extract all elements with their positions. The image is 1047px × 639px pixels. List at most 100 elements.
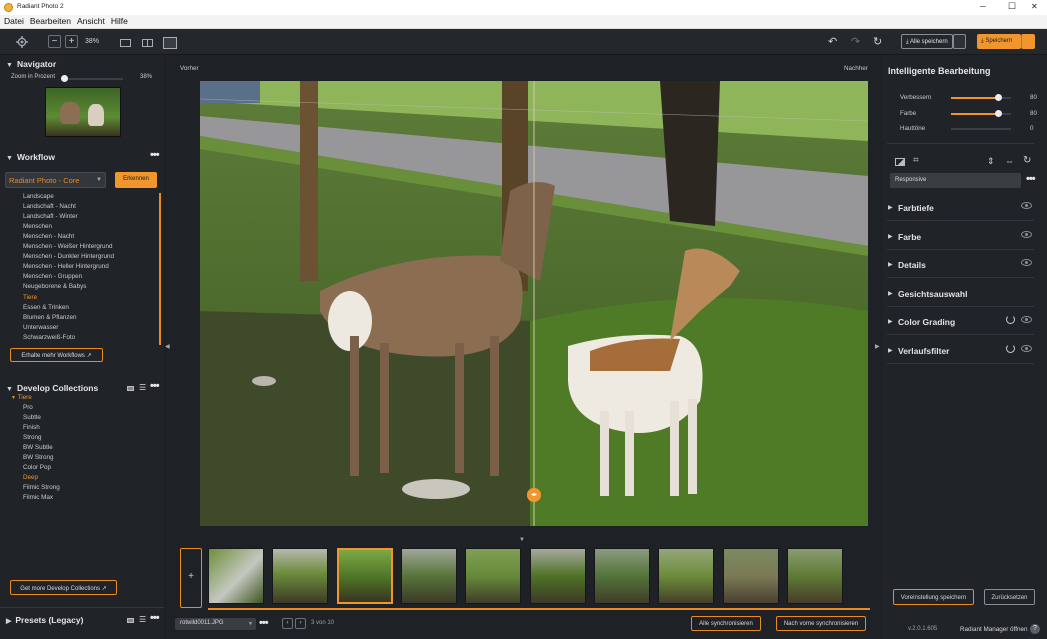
workflow-item[interactable]: Schwarzweiß-Foto xyxy=(23,334,75,341)
thumbnail[interactable] xyxy=(787,548,843,604)
slider-knob[interactable] xyxy=(995,109,1002,117)
collection-item[interactable]: Pro xyxy=(23,404,33,411)
flip-vertical-icon[interactable]: ⇕ xyxy=(987,156,995,167)
section-verlaufsfilter[interactable]: ▶ Verlaufsfilter xyxy=(887,338,1034,364)
visibility-eye-icon[interactable] xyxy=(1021,230,1032,238)
collections-more-icon[interactable]: ••• xyxy=(150,380,160,392)
workflow-item[interactable]: Blumen & Pflanzen xyxy=(23,314,77,321)
navigator-zoom-knob[interactable] xyxy=(61,75,68,82)
workflow-item[interactable]: Menschen - Dunkler Hintergrund xyxy=(23,253,114,260)
side-by-side-view-icon[interactable] xyxy=(142,39,153,47)
thumbnail[interactable] xyxy=(208,548,264,604)
thumbnail[interactable] xyxy=(723,548,779,604)
collection-item[interactable]: Subtle xyxy=(23,414,41,421)
zoom-out-button[interactable]: − xyxy=(48,35,61,48)
save-button[interactable]: ⤓ Speichern xyxy=(977,34,1021,49)
workflow-item[interactable]: Menschen - Weißer Hintergrund xyxy=(23,243,112,250)
more-collections-button[interactable]: Get more Develop Collections ↗ xyxy=(10,580,117,595)
file-select[interactable]: rotwild0011.JPG ▼ xyxy=(175,618,256,630)
radiant-manager-link[interactable]: Radiant Manager öffnen xyxy=(960,626,1027,633)
thumbnail-selected[interactable] xyxy=(337,548,393,604)
settings-gear-icon[interactable] xyxy=(16,36,28,48)
collection-item[interactable]: Finish xyxy=(23,424,40,431)
collection-item[interactable]: Filmic Strong xyxy=(23,484,60,491)
visibility-eye-icon[interactable] xyxy=(1021,345,1032,352)
visibility-eye-icon[interactable] xyxy=(1021,202,1032,209)
single-view-icon[interactable] xyxy=(120,39,131,47)
workflow-item[interactable]: Unterwasser xyxy=(23,324,58,331)
collection-item[interactable]: Color Pop xyxy=(23,464,51,471)
help-icon[interactable]: ? xyxy=(1030,624,1040,634)
refresh-icon[interactable]: ↻ xyxy=(873,35,882,48)
menu-bearbeiten[interactable]: Bearbeiten xyxy=(26,15,73,26)
slider-knob[interactable] xyxy=(995,94,1002,101)
navigator-header[interactable]: ▼ Navigator xyxy=(6,59,56,69)
grid-view-icon[interactable] xyxy=(127,618,134,623)
profile-more-icon[interactable]: ••• xyxy=(1026,173,1036,185)
undo-icon[interactable]: ↶ xyxy=(828,35,837,48)
workflow-scrollbar[interactable] xyxy=(159,193,161,345)
workflow-select[interactable]: Radiant Photo - Core ▼ xyxy=(5,172,106,188)
close-button[interactable]: ✕ xyxy=(1031,2,1038,11)
workflow-item[interactable]: Menschen - Heller Hintergrund xyxy=(23,263,109,270)
navigator-zoom-slider[interactable] xyxy=(63,78,123,80)
sync-from-prev-button[interactable]: Nach vorne synchronisieren xyxy=(776,616,866,631)
section-farbtiefe[interactable]: ▶ Farbtiefe xyxy=(887,195,1034,221)
redo-icon[interactable]: ↷ xyxy=(851,35,860,48)
reset-icon[interactable] xyxy=(1006,315,1015,325)
save-toggle[interactable] xyxy=(1021,34,1035,49)
save-all-button[interactable]: ⤓ Alle speichern xyxy=(901,34,953,49)
split-view-icon[interactable] xyxy=(163,37,177,49)
collections-header[interactable]: ▼ Develop Collections xyxy=(6,383,98,393)
collection-item[interactable]: BW Strong xyxy=(23,454,53,461)
collection-group-label[interactable]: ▼ Tiere xyxy=(11,394,32,401)
navigator-preview[interactable] xyxy=(45,87,121,137)
flip-horizontal-icon[interactable]: ⇔ xyxy=(1005,156,1014,166)
visibility-eye-icon[interactable] xyxy=(1021,259,1032,267)
add-image-button[interactable]: + xyxy=(180,548,202,608)
workflow-more-icon[interactable]: ••• xyxy=(150,149,160,161)
menu-hilfe[interactable]: Hilfe xyxy=(107,15,130,26)
crop-icon[interactable]: ⌗ xyxy=(913,155,919,166)
collection-item[interactable]: BW Subtle xyxy=(23,444,53,451)
workflow-item[interactable]: Landschaft - Nacht xyxy=(23,203,76,210)
workflow-item[interactable]: Menschen xyxy=(23,223,52,230)
detect-button[interactable]: Erkennen xyxy=(115,172,157,188)
presets-header[interactable]: ▶ Presets (Legacy) xyxy=(6,615,83,625)
more-workflows-button[interactable]: Erhalte mehr Workflows ↗ xyxy=(10,348,103,362)
visibility-eye-icon[interactable] xyxy=(1021,316,1032,324)
section-farbe[interactable]: ▶ Farbe xyxy=(887,224,1034,250)
workflow-item[interactable]: Menschen - Nacht xyxy=(23,233,74,240)
collection-item[interactable]: Strong xyxy=(23,434,42,441)
save-preset-button[interactable]: Voreinstellung speichern xyxy=(893,589,974,605)
sync-all-button[interactable]: Alle synchronisieren xyxy=(691,616,761,631)
collection-item[interactable]: Filmic Max xyxy=(23,494,53,501)
section-color-grading[interactable]: ▶ Color Grading xyxy=(887,309,1034,336)
next-image-button[interactable]: › xyxy=(295,618,306,629)
reset-button[interactable]: Zurücksetzen xyxy=(984,589,1035,605)
thumbnail[interactable] xyxy=(594,548,650,604)
save-all-toggle[interactable] xyxy=(953,34,966,49)
thumbnail[interactable] xyxy=(658,548,714,604)
workflow-header[interactable]: ▼ Workflow xyxy=(6,152,55,162)
prev-image-button[interactable]: ‹ xyxy=(282,618,293,629)
thumbnail[interactable] xyxy=(530,548,586,604)
filmstrip-toggle-icon[interactable]: ▼ xyxy=(519,537,525,543)
workflow-item[interactable]: Landschaft - Winter xyxy=(23,213,78,220)
image-compare-icon[interactable] xyxy=(895,158,905,166)
thumbnail[interactable] xyxy=(401,548,457,604)
workflow-item[interactable]: Essen & Trinken xyxy=(23,304,69,311)
split-handle-icon[interactable]: ◂▸ xyxy=(527,488,541,502)
profile-select[interactable]: Responsive xyxy=(890,173,1021,188)
zoom-in-button[interactable]: + xyxy=(65,35,78,48)
maximize-button[interactable]: ☐ xyxy=(1008,1,1016,12)
collection-item[interactable]: Deep xyxy=(23,474,38,481)
collapse-left-icon[interactable]: ◀ xyxy=(165,343,170,350)
workflow-item[interactable]: Tiere xyxy=(23,294,37,301)
file-more-icon[interactable]: ••• xyxy=(259,617,269,629)
menu-ansicht[interactable]: Ansicht xyxy=(73,15,107,26)
reset-icon[interactable] xyxy=(1006,344,1015,353)
list-view-icon[interactable]: ☰ xyxy=(139,383,146,392)
workflow-item[interactable]: Menschen - Gruppen xyxy=(23,273,82,280)
slider-track[interactable] xyxy=(951,128,1011,130)
